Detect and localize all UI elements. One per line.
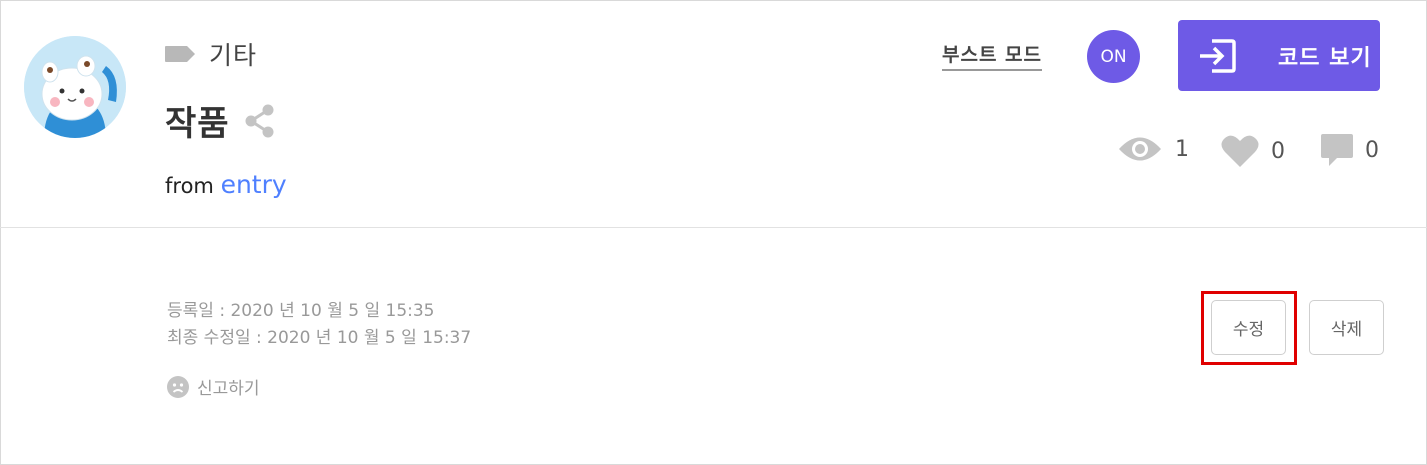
comments-stat: 0 [1321,134,1379,166]
edit-button[interactable]: 수정 [1211,300,1286,355]
registered-date: 등록일 : 2020 년 10 월 5 일 15:35 [167,301,435,321]
tag-icon [165,46,195,62]
author-link[interactable]: entry [221,170,287,199]
heart-icon [1221,135,1259,167]
project-header: 기타 작품 from entry 부스트 모드 ON 코드 보기 1 0 0 [0,0,1427,228]
likes-count: 0 [1271,138,1285,164]
share-icon[interactable] [244,103,276,139]
view-code-label: 코드 보기 [1278,45,1372,71]
report-icon [167,375,189,398]
project-title: 작품 [165,104,230,144]
views-stat: 1 [1117,134,1189,164]
comment-icon [1321,134,1353,166]
view-code-button[interactable]: 코드 보기 [1178,20,1380,91]
from-prefix: from [165,174,214,198]
eye-icon [1119,137,1161,161]
likes-stat[interactable]: 0 [1221,134,1285,168]
category: 기타 [165,36,257,72]
comments-count: 0 [1365,137,1379,163]
boost-mode-toggle[interactable]: ON [1087,30,1140,83]
delete-button[interactable]: 삭제 [1309,300,1384,355]
views-count: 1 [1175,136,1189,162]
avatar[interactable] [24,36,126,138]
author-line: from entry [165,170,287,199]
report-label: 신고하기 [197,379,260,399]
enter-icon [1198,38,1236,73]
project-title-row: 작품 [165,96,276,145]
report-link[interactable]: 신고하기 [167,374,260,399]
boost-mode-label[interactable]: 부스트 모드 [942,40,1043,71]
modified-date: 최종 수정일 : 2020 년 10 월 5 일 15:37 [167,328,472,348]
mascot-image [24,36,126,138]
project-meta: 등록일 : 2020 년 10 월 5 일 15:35 최종 수정일 : 202… [167,298,471,352]
category-label: 기타 [209,41,258,70]
